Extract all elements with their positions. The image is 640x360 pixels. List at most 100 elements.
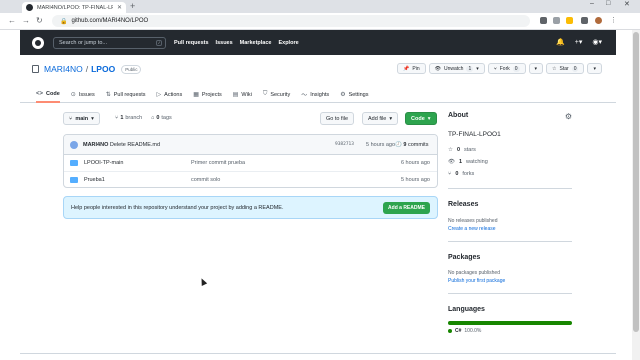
forks-label: forks (462, 171, 475, 177)
commit-author[interactable]: MARI4NO (83, 142, 108, 148)
tab-wiki-label: Wiki (241, 91, 252, 98)
fork-dropdown-button[interactable]: ▾ (528, 63, 544, 74)
star-button[interactable]: ☆ Star 0 (546, 63, 585, 74)
folder-icon (70, 177, 78, 183)
browser-toolbar: ← → ↻ 🔒 github.com/MARI4NO/LPOO ⋮ (0, 13, 640, 30)
close-tab-icon[interactable]: ✕ (117, 4, 122, 11)
branch-select-button[interactable]: ⑂ main ▾ (63, 112, 100, 125)
profile-avatar-icon[interactable] (595, 17, 602, 24)
star-dropdown-button[interactable]: ▾ (587, 63, 602, 74)
branch-name: main (75, 115, 89, 122)
chevron-down-icon: ▾ (389, 115, 393, 122)
repo-description: TP-FINAL-LPOO1 (448, 131, 501, 138)
go-to-file-button[interactable]: Go to file (320, 112, 355, 125)
tag-icon: ⌂ (151, 115, 155, 121)
table-row[interactable]: LPOOI-TP-main Primer commit prueba 6 hou… (64, 155, 437, 172)
footer-divider (20, 353, 616, 354)
unwatch-button[interactable]: 👁 Unwatch 1 ▾ (428, 63, 485, 74)
gear-icon[interactable]: ⚙ (565, 112, 572, 121)
pin-button[interactable]: 📌 Pin (397, 63, 426, 74)
play-icon: ▷ (156, 92, 162, 98)
language-name: C# (455, 328, 462, 334)
github-header: Search or jump to... / Pull requests Iss… (20, 30, 616, 55)
publish-package-link[interactable]: Publish your first package (448, 278, 505, 284)
tab-issues[interactable]: ⊙ Issues (71, 86, 95, 103)
tags-link[interactable]: ⌂ 0 tags (151, 115, 172, 121)
nav-explore[interactable]: Explore (278, 40, 298, 46)
commits-link[interactable]: 🕘 9 commits (395, 142, 428, 148)
nav-pull-requests[interactable]: Pull requests (174, 40, 209, 46)
page-scrollbar[interactable] (632, 30, 640, 360)
commit-message[interactable]: Delete README.md (110, 142, 160, 148)
translate-icon[interactable] (540, 17, 547, 24)
file-commit-message[interactable]: commit solo (191, 177, 220, 183)
url-text: github.com/MARI4NO/LPOO (71, 18, 149, 24)
forks-link[interactable]: ⑂ 0 forks (448, 171, 474, 177)
reload-icon[interactable]: ↻ (36, 16, 43, 25)
github-logo-icon[interactable] (32, 36, 44, 49)
go-to-file-label: Go to file (326, 115, 349, 122)
chevron-down-icon: ▾ (476, 65, 479, 72)
readme-hint: Help people interested in this repositor… (71, 205, 284, 211)
file-name[interactable]: Prueba1 (84, 177, 105, 183)
add-file-label: Add file (368, 115, 387, 122)
add-readme-button[interactable]: Add a README (383, 202, 430, 214)
user-avatar-icon[interactable]: ◉▾ (592, 38, 602, 46)
forward-icon[interactable]: → (22, 16, 30, 25)
minimize-icon[interactable]: – (590, 0, 594, 7)
extensions-icon[interactable] (581, 17, 588, 24)
repo-owner-link[interactable]: MARI4NO (44, 64, 83, 74)
tab-wiki[interactable]: ▤ Wiki (233, 86, 252, 103)
tab-actions[interactable]: ▷ Actions (157, 86, 183, 103)
repo-separator: / (85, 64, 89, 74)
file-name[interactable]: LPOOI-TP-main (84, 160, 123, 166)
file-age: 5 hours ago (400, 177, 430, 183)
branches-link[interactable]: ⑂ 1 branch (115, 115, 142, 121)
commit-sha[interactable]: 9382713 (335, 142, 354, 147)
tab-projects[interactable]: ▦ Projects (193, 86, 222, 103)
tab-security[interactable]: ⛉ Security (263, 86, 290, 103)
create-new-icon[interactable]: +▾ (575, 38, 583, 46)
tab-code[interactable]: <> Code (36, 86, 60, 103)
fork-button[interactable]: ⑂ Fork 0 (487, 63, 526, 74)
address-bar[interactable]: 🔒 github.com/MARI4NO/LPOO (52, 15, 530, 27)
fork-count: 0 (512, 65, 520, 72)
author-avatar[interactable] (70, 141, 78, 149)
new-tab-icon[interactable]: + (130, 1, 135, 11)
releases-title[interactable]: Releases (448, 201, 478, 208)
history-icon: 🕘 (395, 142, 402, 148)
tab-insights[interactable]: 〜 Insights (301, 86, 329, 103)
nav-issues[interactable]: Issues (216, 40, 233, 46)
code-button[interactable]: Code ▾ (405, 112, 437, 125)
lock-icon: 🔒 (60, 18, 68, 25)
scrollbar-thumb[interactable] (633, 32, 639, 332)
tab-issues-label: Issues (78, 91, 95, 98)
table-row[interactable]: Prueba1 commit solo 5 hours ago (64, 172, 437, 187)
watching-label: watching (466, 159, 488, 165)
share-icon[interactable] (553, 17, 560, 24)
close-window-icon[interactable]: ✕ (624, 0, 630, 8)
file-commit-message[interactable]: Primer commit prueba (191, 160, 245, 166)
watching-link[interactable]: 👁 1 watching (448, 159, 488, 165)
pin-label: Pin (412, 65, 420, 72)
nav-marketplace[interactable]: Marketplace (240, 40, 272, 46)
visibility-badge: Public (121, 64, 142, 74)
browser-tab[interactable]: MARI4NO/LPOO: TP-FINAL-LPO ✕ (22, 2, 126, 13)
tab-settings[interactable]: ⚙ Settings (340, 86, 368, 103)
packages-title[interactable]: Packages (448, 254, 480, 261)
issue-icon: ⊙ (70, 92, 76, 98)
tab-pull-requests[interactable]: ⇅ Pull requests (106, 86, 146, 103)
bell-icon[interactable]: 🔔 (556, 38, 565, 46)
commit-age: 5 hours ago (366, 142, 396, 148)
language-item[interactable]: C# 100.0% (448, 328, 481, 334)
star-bookmark-icon[interactable] (566, 17, 573, 24)
add-file-button[interactable]: Add file ▾ (362, 112, 399, 125)
stars-link[interactable]: ☆ 0 stars (448, 147, 476, 153)
repo-name-link[interactable]: LPOO (91, 64, 115, 74)
table-icon: ▦ (193, 92, 199, 98)
menu-kebab-icon[interactable]: ⋮ (610, 17, 617, 24)
create-release-link[interactable]: Create a new release (448, 226, 496, 232)
search-input[interactable]: Search or jump to... / (53, 36, 166, 49)
maximize-icon[interactable]: □ (606, 0, 610, 7)
back-icon[interactable]: ← (8, 16, 16, 25)
